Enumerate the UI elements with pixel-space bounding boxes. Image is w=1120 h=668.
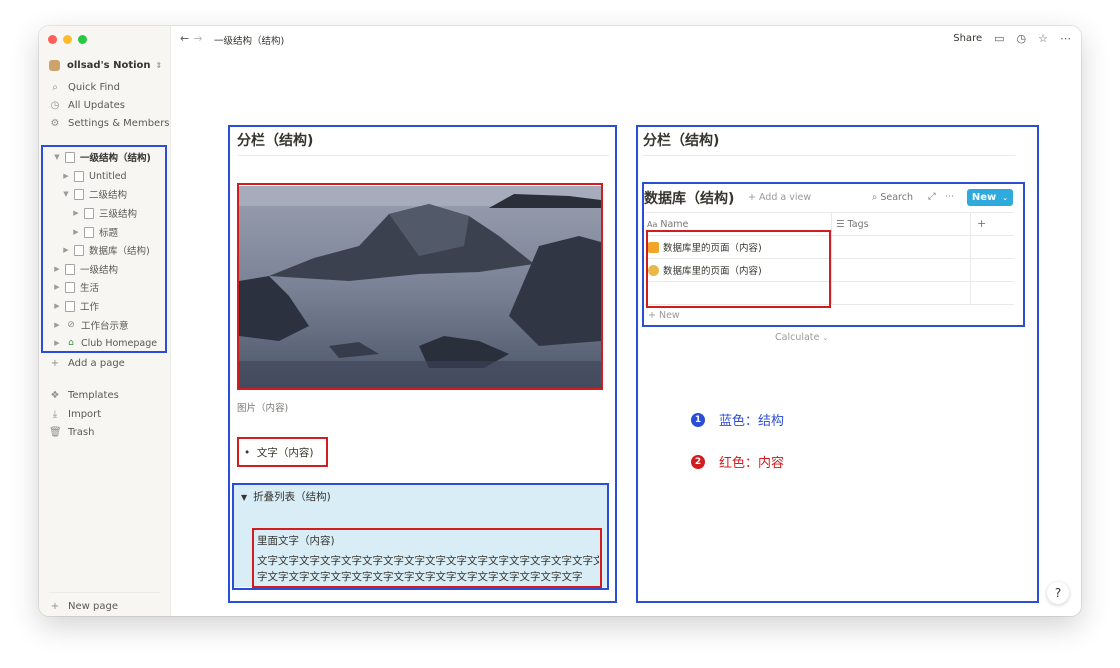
toggle-inner-title: 里面文字（内容) (257, 535, 335, 547)
add-page-button[interactable]: + Add a page (49, 354, 125, 372)
expand-icon[interactable]: ⤢ (928, 191, 936, 202)
top-actions: Share ▭ ◷ ☆ ⋯ (953, 32, 1071, 45)
search-label: Search (880, 192, 913, 203)
database-title[interactable]: 数据库（结构) (644, 188, 734, 208)
notion-window: ollsad's Notion ⇕ ⌕ Quick Find ◷ All Upd… (39, 26, 1081, 616)
legend-number-badge: 2 (691, 454, 705, 469)
breadcrumb[interactable]: 一级结构（结构) (214, 33, 284, 47)
triangle-down-icon[interactable]: ▼ (241, 493, 247, 502)
star-icon[interactable]: ☆ (1038, 32, 1048, 45)
new-record-button[interactable]: New ⌄ (967, 189, 1013, 206)
topbar: ←→ 一级结构（结构) Share ▭ ◷ ☆ ⋯ (170, 26, 1081, 52)
workspace-name: ollsad's Notion (67, 59, 151, 71)
new-button-label: New (971, 192, 997, 203)
column-border (831, 212, 832, 304)
database-search[interactable]: ⌕ Search (872, 192, 913, 203)
text-property-icon: Aa (647, 220, 658, 229)
bullet-text: 文字（内容) (256, 447, 314, 459)
bullet-item: • 文字（内容) (244, 445, 313, 460)
bullet-dot: • (244, 447, 257, 459)
content-highlight-database-rows (646, 230, 831, 308)
right-column-title: 分栏（结构) (643, 133, 720, 149)
legend-content: 2 红色：内容 (691, 452, 784, 471)
sidebar-item-all-updates[interactable]: ◷ All Updates (49, 96, 125, 114)
forward-arrow-icon[interactable]: → (193, 32, 206, 45)
plus-icon: + (50, 600, 60, 612)
sidebar-item-quick-find[interactable]: ⌕ Quick Find (49, 78, 120, 96)
minimize-window-button[interactable] (63, 35, 72, 44)
plus-icon: + (50, 357, 60, 369)
legend-text: 红色：内容 (719, 456, 785, 471)
column-header-tags[interactable]: ☰ Tags (836, 219, 869, 230)
toggle-inner-line1: 文字文字文字文字文字文字文字文字文字文字文字文字文字文字文字文字文 (257, 555, 599, 567)
back-arrow-icon[interactable]: ← (180, 32, 193, 45)
sidebar: ollsad's Notion ⇕ ⌕ Quick Find ◷ All Upd… (39, 26, 171, 616)
divider (237, 155, 609, 156)
sidebar-item-label: Import (68, 408, 102, 420)
sidebar-item-label: Quick Find (68, 81, 120, 93)
calculate-button[interactable]: Calculate ⌄ (775, 332, 828, 343)
gear-icon: ⚙ (50, 117, 60, 129)
nav-arrows: ←→ (180, 32, 206, 45)
comment-icon[interactable]: ▭ (994, 32, 1004, 45)
sidebar-item-import[interactable]: ⤓ Import (49, 405, 101, 423)
chevron-down-icon: ⌄ (822, 334, 829, 342)
column-border (970, 212, 971, 304)
share-button[interactable]: Share (953, 33, 982, 44)
chevron-down-icon[interactable]: ⌄ (1002, 194, 1008, 202)
add-page-label: Add a page (68, 357, 125, 369)
column-name-label: Name (660, 219, 689, 230)
left-column-title: 分栏（结构) (237, 133, 314, 149)
divider (643, 155, 1015, 156)
column-tags-label: Tags (847, 219, 869, 230)
help-button[interactable]: ? (1047, 582, 1069, 604)
sidebar-item-label: Settings & Members (68, 117, 170, 129)
trash-icon: 🗑 (49, 426, 62, 438)
sidebar-item-trash[interactable]: 🗑 Trash (49, 423, 94, 441)
search-icon: ⌕ (52, 81, 58, 93)
content-highlight-image (237, 183, 603, 390)
list-property-icon: ☰ (836, 219, 845, 230)
new-page-label: New page (68, 600, 118, 612)
new-page-button[interactable]: + New page (49, 592, 160, 615)
sidebar-item-label: Templates (68, 389, 119, 401)
templates-icon: ❖ (50, 389, 60, 401)
calculate-label: Calculate (775, 332, 820, 343)
structure-highlight-sidebar (41, 145, 167, 353)
toggle-header[interactable]: ▼ 折叠列表（结构) (241, 489, 331, 504)
more-icon[interactable]: ⋯ (1060, 32, 1071, 45)
add-view-button[interactable]: + Add a view (748, 192, 811, 203)
clock-icon: ◷ (50, 99, 60, 111)
sidebar-item-settings[interactable]: ⚙ Settings & Members (49, 114, 170, 132)
table-border (645, 212, 1014, 213)
legend-number-badge: 1 (691, 412, 705, 427)
import-icon: ⤓ (52, 408, 58, 420)
legend-text: 蓝色：结构 (719, 414, 785, 429)
sidebar-item-label: All Updates (68, 99, 126, 111)
history-icon[interactable]: ◷ (1017, 32, 1027, 45)
toggle-title-text: 折叠列表（结构) (253, 491, 331, 503)
chevron-updown-icon: ⇕ (155, 60, 163, 70)
sidebar-item-label: Trash (68, 426, 95, 438)
close-window-button[interactable] (48, 35, 57, 44)
more-icon[interactable]: ⋯ (945, 191, 955, 202)
image-caption: 图片（内容) (237, 403, 289, 414)
column-header-name[interactable]: Aa Name (647, 219, 688, 230)
window-controls (48, 35, 87, 44)
sidebar-item-templates[interactable]: ❖ Templates (49, 386, 119, 404)
workspace-avatar-icon (49, 59, 60, 71)
new-row-button[interactable]: + New (648, 310, 680, 321)
zoom-window-button[interactable] (78, 35, 87, 44)
toggle-inner-line2: 字文字文字文字文字文字文字文字文字文字文字文字文字文字文字文字 (257, 571, 583, 583)
legend-structure: 1 蓝色：结构 (691, 410, 784, 429)
workspace-switcher[interactable]: ollsad's Notion ⇕ (49, 56, 162, 74)
add-property-button[interactable]: + (977, 217, 986, 230)
